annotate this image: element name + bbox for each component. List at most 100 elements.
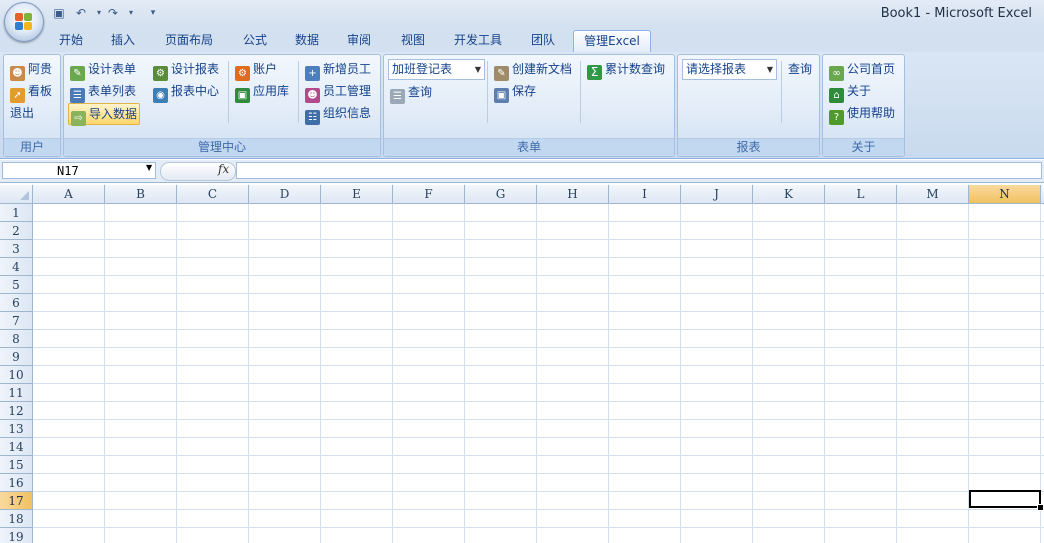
tab-review[interactable]: 审阅 [336,30,382,51]
cell-area[interactable] [33,204,1044,543]
row-header-16[interactable]: 16 [0,474,33,492]
function-icon[interactable]: fx [218,162,229,176]
about-button[interactable]: ⌂ 关于 [829,81,872,103]
column-header-a[interactable]: A [33,185,105,203]
group-about: ∞ 公司首页 ⌂ 关于 ? 使用帮助 关于 [822,54,905,157]
help-button[interactable]: ? 使用帮助 [829,103,895,125]
row-header-15[interactable]: 15 [0,456,33,474]
form-query-label: 查询 [408,85,433,99]
row-header-2[interactable]: 2 [0,222,33,240]
row-header-5[interactable]: 5 [0,276,33,294]
form-select[interactable]: 加班登记表 ▼ [388,59,485,80]
design-form-label: 设计表单 [88,62,137,76]
row-header-19[interactable]: 19 [0,528,33,543]
column-header-f[interactable]: F [393,185,465,203]
column-header-e[interactable]: E [321,185,393,203]
row-header-3[interactable]: 3 [0,240,33,258]
tab-manage-excel[interactable]: 管理Excel [573,30,651,52]
add-employee-button[interactable]: + 新增员工 [305,59,371,81]
row-header-9[interactable]: 9 [0,348,33,366]
row-header-8[interactable]: 8 [0,330,33,348]
separator [487,61,488,123]
company-homepage-button[interactable]: ∞ 公司首页 [829,59,896,81]
globe-icon: ◉ [153,88,168,103]
row-header-17[interactable]: 17 [0,492,33,510]
column-header-m[interactable]: M [897,185,969,203]
tab-data[interactable]: 数据 [284,30,330,51]
customize-icon[interactable]: ▾ [146,6,160,20]
organization-info-button[interactable]: ☷ 组织信息 [305,103,371,125]
logout-button[interactable]: 退出 [10,103,34,123]
form-query-button[interactable]: ☰ 查询 [390,82,433,104]
formula-input[interactable] [236,162,1042,179]
group-management-center: ✎ 设计表单 ☰ 表单列表 ⇨ 导入数据 ⚙ 设计报表 ◉ 报表中心 ⚙ 账户 ▣ 应用库 +… [63,54,381,157]
report-query-button[interactable]: 查询 [788,59,812,79]
column-header-k[interactable]: K [753,185,825,203]
column-header-d[interactable]: D [249,185,321,203]
report-center-button[interactable]: ◉ 报表中心 [153,81,219,103]
group-label: 关于 [823,138,904,156]
chevron-down-icon[interactable]: ▼ [146,163,152,172]
row-header-6[interactable]: 6 [0,294,33,312]
fill-handle[interactable] [1037,504,1044,511]
about-label: 关于 [847,84,872,98]
dashboard-icon: ➚ [10,88,25,103]
save-button[interactable]: ▣ 保存 [494,81,537,103]
column-header-j[interactable]: J [681,185,753,203]
name-box[interactable]: N17 [2,162,156,179]
group-form: 加班登记表 ▼ ☰ 查询 ✎ 创建新文档 ▣ 保存 Σ 累计数查询 表单 [383,54,675,157]
column-header-n[interactable]: N [969,185,1041,203]
tab-formulas[interactable]: 公式 [232,30,278,51]
save-icon[interactable]: ▣ [52,6,66,20]
tab-view[interactable]: 视图 [390,30,436,51]
form-list-button[interactable]: ☰ 表单列表 [70,81,137,103]
separator [228,61,229,123]
user-button[interactable]: ☻ 阿贵 [10,59,53,81]
undo-icon[interactable]: ↶ [74,6,88,20]
form-list-label: 表单列表 [88,84,137,98]
app-library-button[interactable]: ▣ 应用库 [235,81,289,103]
row-header-18[interactable]: 18 [0,510,33,528]
row-header-14[interactable]: 14 [0,438,33,456]
cumulative-query-button[interactable]: Σ 累计数查询 [587,59,666,80]
row-header-7[interactable]: 7 [0,312,33,330]
save-label: 保存 [512,84,537,98]
create-document-button[interactable]: ✎ 创建新文档 [494,59,572,81]
column-header-l[interactable]: L [825,185,897,203]
tab-developer[interactable]: 开发工具 [444,30,512,51]
tab-page-layout[interactable]: 页面布局 [156,30,222,51]
column-header-b[interactable]: B [105,185,177,203]
redo-dropdown-icon[interactable]: ▾ [124,6,138,20]
report-select[interactable]: 请选择报表 ▼ [682,59,777,80]
user-label: 阿贵 [28,62,53,76]
group-report: 请选择报表 ▼ 查询 报表 [677,54,820,157]
tab-home[interactable]: 开始 [48,30,94,51]
undo-dropdown-icon[interactable]: ▾ [92,6,106,20]
office-button[interactable] [4,2,44,42]
active-cell[interactable] [969,490,1041,508]
column-header-g[interactable]: G [465,185,537,203]
design-report-label: 设计报表 [171,62,220,76]
row-header-4[interactable]: 4 [0,258,33,276]
select-all-button[interactable] [0,185,33,203]
employee-management-button[interactable]: ☻ 员工管理 [305,81,371,103]
row-header-11[interactable]: 11 [0,384,33,402]
account-button[interactable]: ⚙ 账户 [235,59,277,81]
column-header-c[interactable]: C [177,185,249,203]
dashboard-button[interactable]: ➚ 看板 [10,81,52,103]
design-report-button[interactable]: ⚙ 设计报表 [153,59,220,81]
row-header-12[interactable]: 12 [0,402,33,420]
row-header-13[interactable]: 13 [0,420,33,438]
import-data-button[interactable]: ⇨ 导入数据 [68,103,141,126]
cumulative-query-label: 累计数查询 [605,62,666,76]
redo-icon[interactable]: ↷ [106,6,120,20]
row-header-10[interactable]: 10 [0,366,33,384]
column-header-h[interactable]: H [537,185,609,203]
row-header-1[interactable]: 1 [0,204,33,222]
company-homepage-label: 公司首页 [847,62,896,76]
design-form-button[interactable]: ✎ 设计表单 [70,59,137,81]
tab-insert[interactable]: 插入 [100,30,146,51]
window-title: Book1 - Microsoft Excel [880,6,1032,21]
column-header-i[interactable]: I [609,185,681,203]
tab-team[interactable]: 团队 [520,30,566,51]
